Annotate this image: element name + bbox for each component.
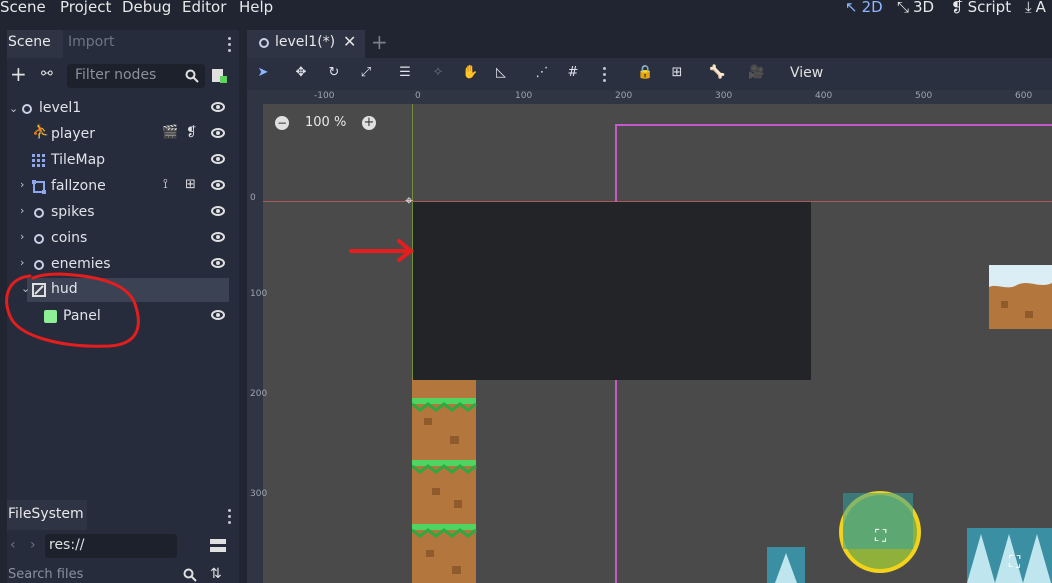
eye-icon[interactable] xyxy=(211,258,225,268)
eye-icon[interactable] xyxy=(211,102,225,112)
ruler-horizontal: -100 0 100 200 300 400 500 600 xyxy=(263,90,1052,104)
bone-icon[interactable]: 🦴 xyxy=(709,65,725,81)
node2d-icon xyxy=(22,104,32,114)
ruler-tool-icon[interactable]: ◺ xyxy=(493,65,509,81)
close-icon[interactable]: ✕ xyxy=(343,32,356,51)
split-view-icon[interactable] xyxy=(210,539,226,553)
snap-options-icon[interactable] xyxy=(603,67,607,85)
new-tab-icon[interactable]: + xyxy=(371,30,388,54)
annotation-arrow xyxy=(349,239,415,262)
mode-assetlib-button[interactable]: ⤓ A xyxy=(1025,0,1046,16)
scale-tool-icon[interactable]: ⤢ xyxy=(358,65,374,81)
menu-debug[interactable]: Debug xyxy=(122,0,171,16)
add-node-icon[interactable]: + xyxy=(10,64,27,84)
back-arrow-icon[interactable]: ‹ xyxy=(10,537,16,553)
clapperboard-icon[interactable]: 🎬 xyxy=(162,125,178,140)
2d-icon: ↖ xyxy=(845,0,858,16)
menu-project[interactable]: Project xyxy=(60,0,111,16)
search-icon xyxy=(185,69,199,83)
zoom-level[interactable]: 100 % xyxy=(305,115,346,130)
kinematic-body-icon: ⛹ xyxy=(32,124,50,140)
camera-override-icon[interactable]: 🎥 xyxy=(748,65,764,81)
scene-script-icon[interactable] xyxy=(211,68,227,84)
smart-snap-icon[interactable]: ⋰ xyxy=(534,65,550,81)
tree-item-player[interactable]: ⛹ player 🎬 ❡ xyxy=(7,122,239,148)
search-icon xyxy=(183,568,197,582)
tab-import[interactable]: Import xyxy=(68,34,114,50)
tile-dirt-right xyxy=(989,265,1052,329)
node-handle-icon: ⛶ xyxy=(1009,552,1021,571)
editor-tab-bar xyxy=(247,30,1052,58)
3d-icon: ⤡ xyxy=(897,0,910,16)
lock-icon[interactable]: 🔒 xyxy=(637,65,653,81)
download-icon: ⤓ xyxy=(1025,0,1032,16)
select-tool-icon[interactable]: ➤ xyxy=(255,65,271,81)
search-files-input[interactable]: Search files xyxy=(8,567,83,582)
annotation-circle xyxy=(5,272,140,348)
list-select-icon[interactable]: ☰ xyxy=(397,65,413,81)
ruler-vertical: 0 100 200 300 xyxy=(247,90,267,583)
tree-item-fallzone[interactable]: › fallzone ⟟ ⊞ xyxy=(7,174,239,200)
mode-script-button[interactable]: ❡ Script xyxy=(951,0,1011,16)
mode-3d-button[interactable]: ⤡ 3D xyxy=(897,0,934,16)
signal-icon[interactable]: ⟟ xyxy=(163,177,168,192)
area2d-icon xyxy=(32,180,46,194)
eye-icon[interactable] xyxy=(211,128,225,138)
tab-filesystem[interactable]: FileSystem xyxy=(8,506,84,522)
path-field[interactable]: res:// xyxy=(45,534,177,558)
filesystem-dock: FileSystem ‹ › res:// Search files ⇅ xyxy=(7,500,239,583)
rotate-tool-icon[interactable]: ↻ xyxy=(326,65,342,81)
forward-arrow-icon[interactable]: › xyxy=(30,537,36,553)
node-handle-icon: ⛶ xyxy=(875,526,887,545)
node2d-icon xyxy=(259,38,269,48)
eye-icon[interactable] xyxy=(211,154,225,164)
sort-icon[interactable]: ⇅ xyxy=(210,566,222,582)
canvas-viewport[interactable]: -100 0 100 200 300 400 500 600 0 100 200… xyxy=(247,90,1052,583)
zoom-in-icon[interactable]: + xyxy=(362,116,376,130)
menu-help[interactable]: Help xyxy=(239,0,273,16)
tilemap-ground-column xyxy=(412,378,477,583)
chevron-right-icon[interactable]: › xyxy=(20,204,24,217)
eye-icon[interactable] xyxy=(211,310,225,320)
pivot-tool-icon[interactable]: ✧ xyxy=(430,65,446,81)
chevron-down-icon[interactable]: ⌄ xyxy=(9,102,18,115)
mode-2d-button[interactable]: ↖ 2D xyxy=(845,0,883,16)
chevron-right-icon[interactable]: › xyxy=(20,230,24,243)
node2d-icon xyxy=(34,234,44,244)
zoom-out-icon[interactable]: − xyxy=(275,116,289,130)
tab-level1[interactable]: level1(*) ✕ xyxy=(247,30,365,58)
menu-scene[interactable]: Scene xyxy=(0,0,46,16)
chevron-right-icon[interactable]: › xyxy=(20,178,24,191)
spike-sprite xyxy=(767,547,805,583)
filter-nodes-input[interactable]: Filter nodes xyxy=(67,64,205,88)
grid-snap-icon[interactable]: # xyxy=(565,65,581,81)
script-icon[interactable]: ❡ xyxy=(186,125,197,140)
menu-editor[interactable]: Editor xyxy=(182,0,226,16)
eye-icon[interactable] xyxy=(211,180,225,190)
group-icon[interactable]: ⊞ xyxy=(669,65,685,81)
view-menu[interactable]: View xyxy=(790,65,823,81)
node2d-icon xyxy=(34,208,44,218)
eye-icon[interactable] xyxy=(211,232,225,242)
tilemap-icon xyxy=(32,154,45,167)
link-icon[interactable]: ⚯ xyxy=(41,66,53,82)
hud-panel-preview[interactable] xyxy=(413,202,811,380)
tree-item-tilemap[interactable]: TileMap xyxy=(7,148,239,174)
tree-item-level1[interactable]: ⌄ level1 xyxy=(7,96,239,122)
menu-bar: Scene Project Debug Editor Help ↖ 2D ⤡ 3D … xyxy=(0,0,1052,17)
move-tool-icon[interactable]: ✥ xyxy=(293,65,309,81)
script-icon: ❡ xyxy=(951,0,964,16)
group-icon[interactable]: ⊞ xyxy=(185,177,196,192)
tree-item-spikes[interactable]: › spikes xyxy=(7,200,239,226)
canvas-toolbar: ➤ ✥ ↻ ⤢ ☰ ✧ ✋ ◺ ⋰ # 🔒 ⊞ 🦴 🎥 View xyxy=(247,58,1052,90)
dock-menu-icon[interactable] xyxy=(228,37,232,55)
tree-item-coins[interactable]: › coins xyxy=(7,226,239,252)
tab-scene[interactable]: Scene xyxy=(8,34,51,50)
filesystem-menu-icon[interactable] xyxy=(228,509,232,527)
pivot-crosshair-icon[interactable]: ⌖ xyxy=(405,193,413,209)
eye-icon[interactable] xyxy=(211,206,225,216)
pan-tool-icon[interactable]: ✋ xyxy=(462,65,478,81)
